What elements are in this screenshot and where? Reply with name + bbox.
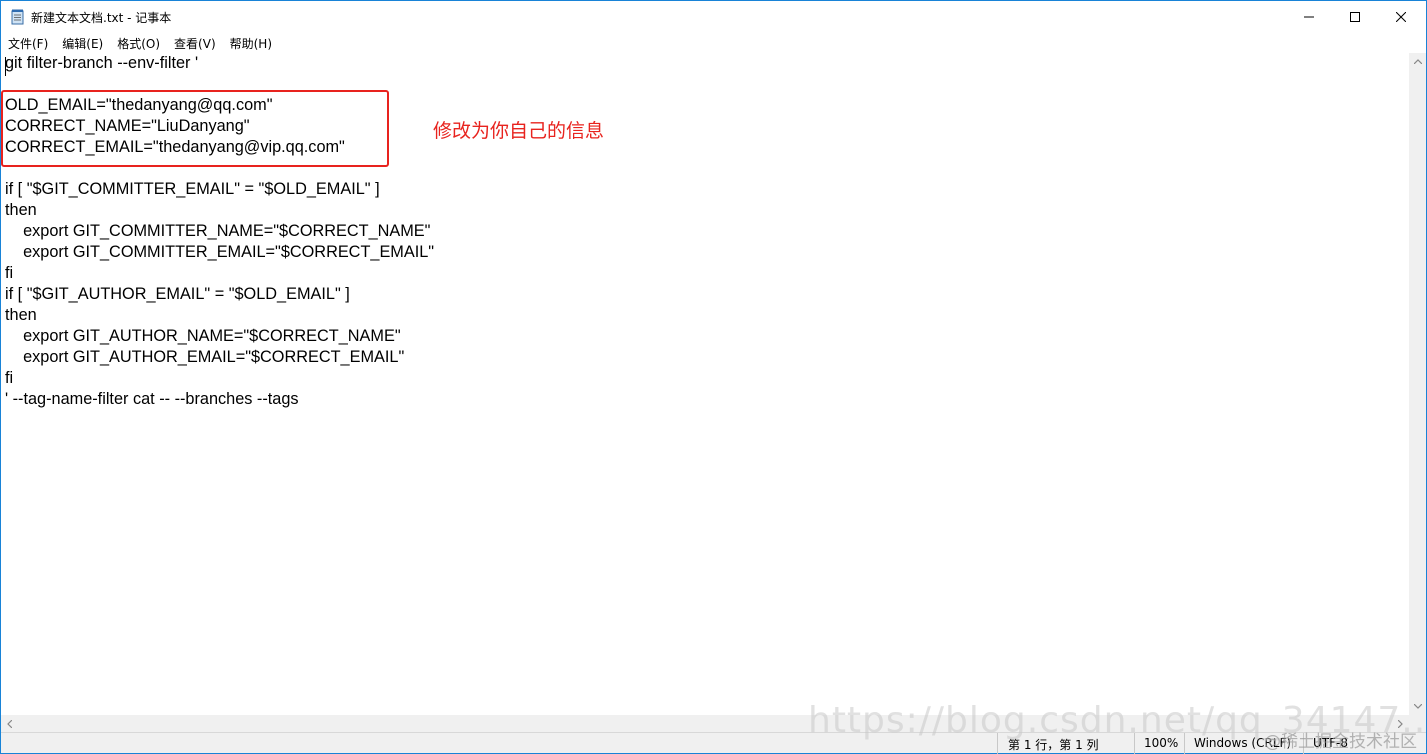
editor-line-9: export GIT_COMMITTER_NAME="$CORRECT_NAME… bbox=[5, 222, 431, 240]
notepad-window: 新建文本文档.txt - 记事本 文件(F) 编辑(E) 格式(O) 查看(V)… bbox=[0, 0, 1427, 754]
notepad-icon bbox=[11, 9, 24, 25]
close-icon bbox=[1396, 11, 1406, 22]
menu-view[interactable]: 查看(V) bbox=[167, 32, 223, 52]
editor-line-15: export GIT_AUTHOR_EMAIL="$CORRECT_EMAIL" bbox=[5, 348, 405, 366]
chevron-left-icon bbox=[7, 719, 12, 728]
menu-file[interactable]: 文件(F) bbox=[1, 32, 55, 52]
editor-line-8: then bbox=[5, 201, 37, 219]
vertical-scrollbar[interactable] bbox=[1409, 53, 1426, 715]
maximize-button[interactable] bbox=[1332, 1, 1378, 32]
window-title: 新建文本文档.txt - 记事本 bbox=[31, 11, 172, 25]
chevron-up-icon bbox=[1413, 59, 1422, 64]
close-button[interactable] bbox=[1378, 1, 1424, 32]
highlight-box bbox=[1, 90, 389, 167]
menu-bar: 文件(F) 编辑(E) 格式(O) 查看(V) 帮助(H) bbox=[1, 32, 1426, 52]
editor-line-11: fi bbox=[5, 264, 14, 282]
annotation-text: 修改为你自己的信息 bbox=[433, 120, 605, 142]
menu-help[interactable]: 帮助(H) bbox=[223, 32, 279, 52]
editor-line-17: ' --tag-name-filter cat -- --branches --… bbox=[5, 390, 299, 408]
editor-line-7: if [ "$GIT_COMMITTER_EMAIL" = "$OLD_EMAI… bbox=[5, 180, 380, 198]
editor-line-12: if [ "$GIT_AUTHOR_EMAIL" = "$OLD_EMAIL" … bbox=[5, 285, 350, 303]
editor-line-10: export GIT_COMMITTER_EMAIL="$CORRECT_EMA… bbox=[5, 243, 435, 261]
maximize-icon bbox=[1350, 11, 1360, 22]
menu-format[interactable]: 格式(O) bbox=[110, 32, 167, 52]
editor-line-16: fi bbox=[5, 369, 14, 387]
minimize-icon bbox=[1304, 16, 1314, 17]
editor-line-1: git filter-branch --env-filter ' bbox=[5, 54, 199, 72]
scroll-left-button[interactable] bbox=[1, 715, 18, 732]
menu-edit[interactable]: 编辑(E) bbox=[55, 32, 110, 52]
minimize-button[interactable] bbox=[1286, 1, 1332, 32]
editor-line-13: then bbox=[5, 306, 37, 324]
watermark-community: @稀土掘金技术社区 bbox=[1264, 732, 1417, 752]
editor-line-14: export GIT_AUTHOR_NAME="$CORRECT_NAME" bbox=[5, 327, 401, 345]
scroll-up-button[interactable] bbox=[1409, 53, 1426, 70]
title-bar[interactable]: 新建文本文档.txt - 记事本 bbox=[1, 1, 1426, 32]
text-editor[interactable]: git filter-branch --env-filter ' OLD_EMA… bbox=[1, 53, 1409, 715]
